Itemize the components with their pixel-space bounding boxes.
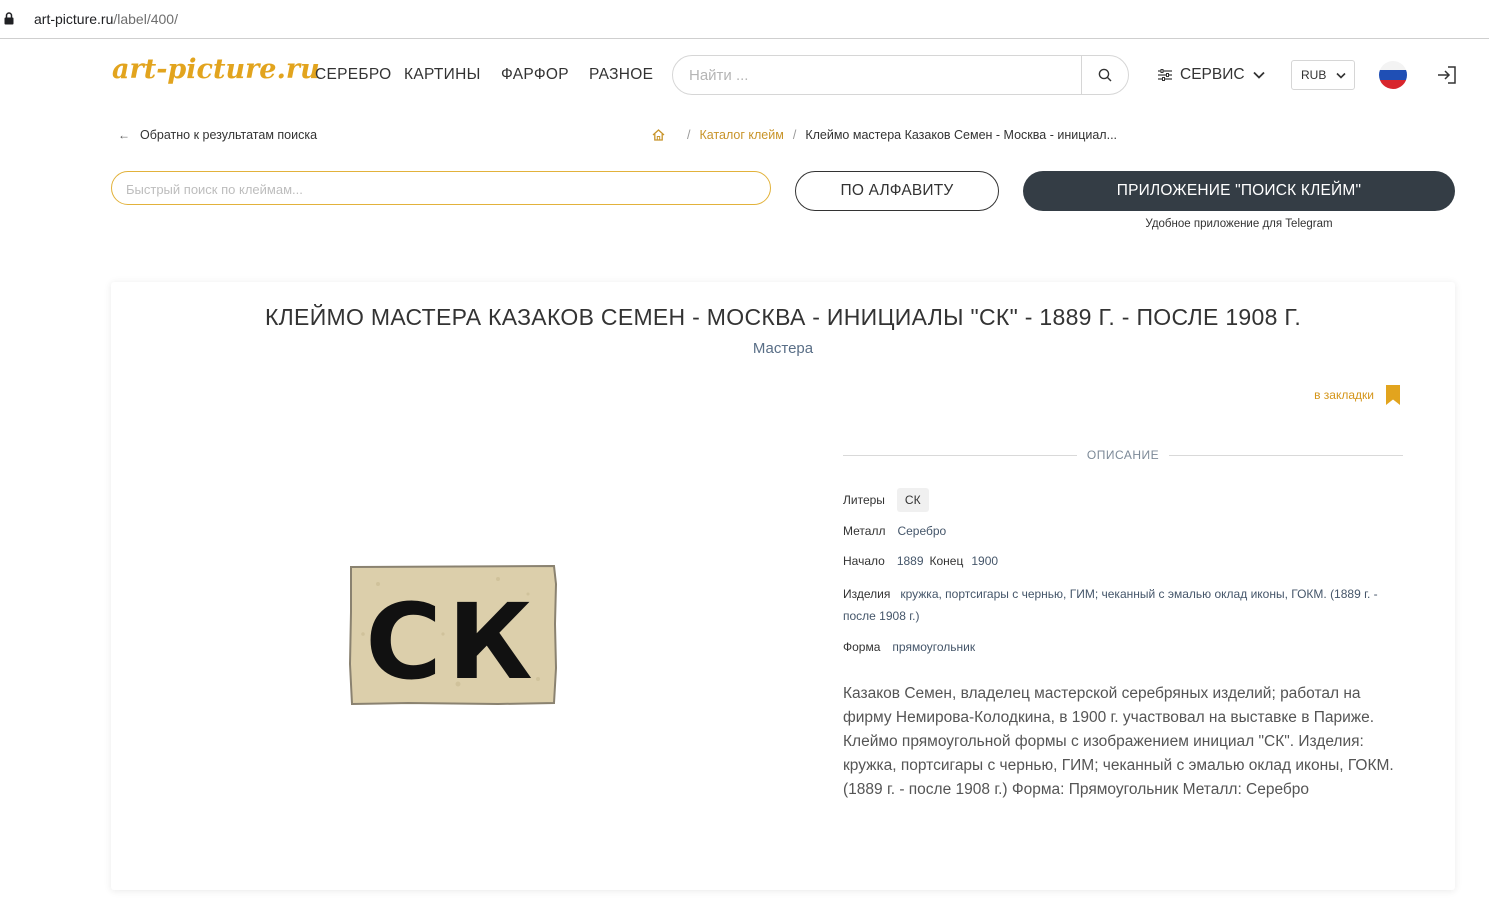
back-to-results-link[interactable]: ← Обратно к результатам поиска	[118, 128, 317, 142]
currency-select[interactable]: RUB	[1291, 60, 1355, 90]
service-menu[interactable]: СЕРВИС	[1158, 66, 1265, 84]
items-value: кружка, портсигары с чернью, ГИМ; чеканн…	[843, 587, 1378, 623]
breadcrumb-separator: /	[687, 128, 691, 142]
shape-value: прямоугольник	[892, 640, 976, 654]
lock-icon	[4, 12, 14, 25]
field-metal: Металл Серебро	[843, 524, 946, 538]
mark-card: КЛЕЙМО МАСТЕРА КАЗАКОВ СЕМЕН - МОСКВА - …	[111, 282, 1455, 890]
nav-item-misc[interactable]: РАЗНОЕ	[589, 66, 653, 84]
breadcrumb: / Каталог клейм / Клеймо мастера Казаков…	[652, 128, 1117, 142]
chevron-down-icon	[1336, 72, 1346, 79]
field-items: Изделия кружка, портсигары с чернью, ГИМ…	[843, 583, 1405, 627]
bookmark-icon	[1386, 385, 1400, 405]
telegram-app-button[interactable]: ПРИЛОЖЕНИЕ "ПОИСК КЛЕЙМ"	[1023, 171, 1455, 211]
category-link[interactable]: Мастера	[111, 340, 1455, 357]
end-label: Конец	[929, 554, 964, 568]
field-shape: Форма прямоугольник	[843, 640, 975, 654]
letters-chip[interactable]: СК	[896, 488, 929, 512]
home-icon[interactable]	[652, 129, 665, 141]
nav-item-paintings[interactable]: КАРТИНЫ	[404, 66, 481, 84]
divider	[1169, 454, 1404, 456]
items-label: Изделия	[843, 587, 891, 601]
bookmark-label: в закладки	[1314, 388, 1374, 402]
login-icon[interactable]	[1437, 66, 1457, 84]
hallmark-letters: СК	[365, 581, 538, 703]
field-dates: Начало 1889 Конец 1900	[843, 554, 998, 568]
site-search	[672, 55, 1129, 95]
divider	[843, 454, 1077, 456]
metal-label: Металл	[843, 524, 886, 538]
breadcrumb-separator: /	[792, 128, 797, 142]
description-heading: ОПИСАНИЕ	[843, 445, 1404, 465]
service-label: СЕРВИС	[1180, 66, 1245, 83]
mark-description-text: Казаков Семен, владелец мастерской сереб…	[843, 685, 1394, 798]
search-input[interactable]	[689, 65, 1069, 85]
sliders-icon	[1158, 69, 1172, 81]
url-text[interactable]: art-picture.ru/label/400/	[34, 11, 178, 27]
site-logo[interactable]: art-picture.ru	[112, 54, 320, 85]
field-letters: Литеры СК	[843, 488, 929, 512]
quick-mark-search	[111, 171, 771, 205]
app-subtitle: Удобное приложение для Telegram	[1145, 218, 1333, 230]
address-bar[interactable]: art-picture.ru/label/400/	[0, 0, 1489, 39]
start-label: Начало	[843, 554, 885, 568]
letters-label: Литеры	[843, 493, 885, 507]
nav-item-silver[interactable]: СЕРЕБРО	[315, 66, 392, 84]
chevron-down-icon	[1252, 71, 1265, 79]
end-value: 1900	[971, 554, 999, 568]
back-label: Обратно к результатам поиска	[140, 128, 318, 142]
breadcrumb-current: Клеймо мастера Казаков Семен - Москва - …	[805, 128, 1118, 142]
start-value: 1889	[896, 554, 924, 568]
nav-item-porcelain[interactable]: ФАРФОР	[501, 66, 569, 84]
search-icon	[1098, 68, 1112, 82]
arrow-left-icon: ←	[118, 128, 130, 142]
url-path: /label/400/	[113, 11, 178, 27]
breadcrumb-catalog-link[interactable]: Каталог клейм	[699, 128, 783, 142]
page-title: КЛЕЙМО МАСТЕРА КАЗАКОВ СЕМЕН - МОСКВА - …	[264, 304, 1302, 330]
hallmark-image: СК	[348, 564, 557, 705]
currency-value: RUB	[1301, 68, 1327, 82]
url-host: art-picture.ru	[34, 11, 114, 27]
russian-flag-icon[interactable]	[1379, 61, 1407, 89]
shape-label: Форма	[843, 640, 881, 654]
metal-value: Серебро	[897, 524, 947, 538]
search-button[interactable]	[1082, 56, 1128, 94]
alphabet-button[interactable]: ПО АЛФАВИТУ	[795, 171, 999, 211]
description-heading-text: ОПИСАНИЕ	[1086, 448, 1160, 462]
quick-search-input[interactable]	[126, 180, 746, 198]
bookmark-button[interactable]: в закладки	[1314, 385, 1400, 405]
